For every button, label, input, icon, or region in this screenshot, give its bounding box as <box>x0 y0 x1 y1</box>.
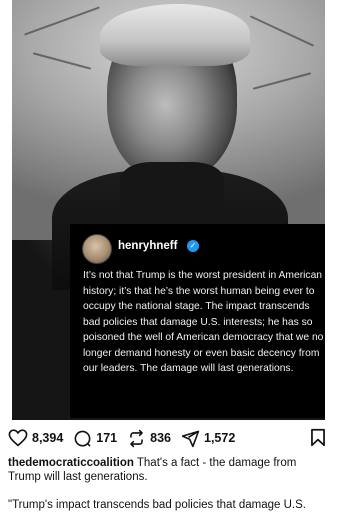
bookmark-icon <box>311 428 325 447</box>
heart-icon <box>8 429 28 447</box>
post-caption: thedemocraticcoalition That's a fact - t… <box>8 456 326 484</box>
share-icon <box>181 430 200 447</box>
repost-button[interactable]: 836 <box>127 429 171 448</box>
bookmark-button[interactable] <box>310 428 326 452</box>
quote-author-avatar <box>82 234 112 264</box>
comment-count: 171 <box>96 431 118 445</box>
share-count: 1,572 <box>204 431 236 445</box>
share-button[interactable]: 1,572 <box>181 429 235 448</box>
repost-icon <box>130 429 143 447</box>
quote-card: henryhneff ✓ It’s not that Trump is the … <box>70 224 325 418</box>
quote-author-handle: henryhneff <box>118 240 178 252</box>
caption-username[interactable]: thedemocraticcoalition <box>8 457 134 469</box>
quote-text: It’s not that Trump is the worst preside… <box>83 270 324 374</box>
action-bar: 8,394 171 836 1,572 <box>8 427 330 449</box>
post-image[interactable]: henryhneff ✓ It’s not that Trump is the … <box>12 0 325 420</box>
comment-snippet: "Trump's impact transcends bad policies … <box>8 499 306 511</box>
comment-button[interactable]: 171 <box>73 429 117 448</box>
comment-icon <box>74 430 91 447</box>
like-button[interactable]: 8,394 <box>8 429 63 447</box>
repost-count: 836 <box>150 431 171 445</box>
verified-icon: ✓ <box>187 240 199 252</box>
portrait-scarf <box>120 162 224 222</box>
portrait-hair <box>100 4 250 66</box>
like-count: 8,394 <box>32 431 64 445</box>
